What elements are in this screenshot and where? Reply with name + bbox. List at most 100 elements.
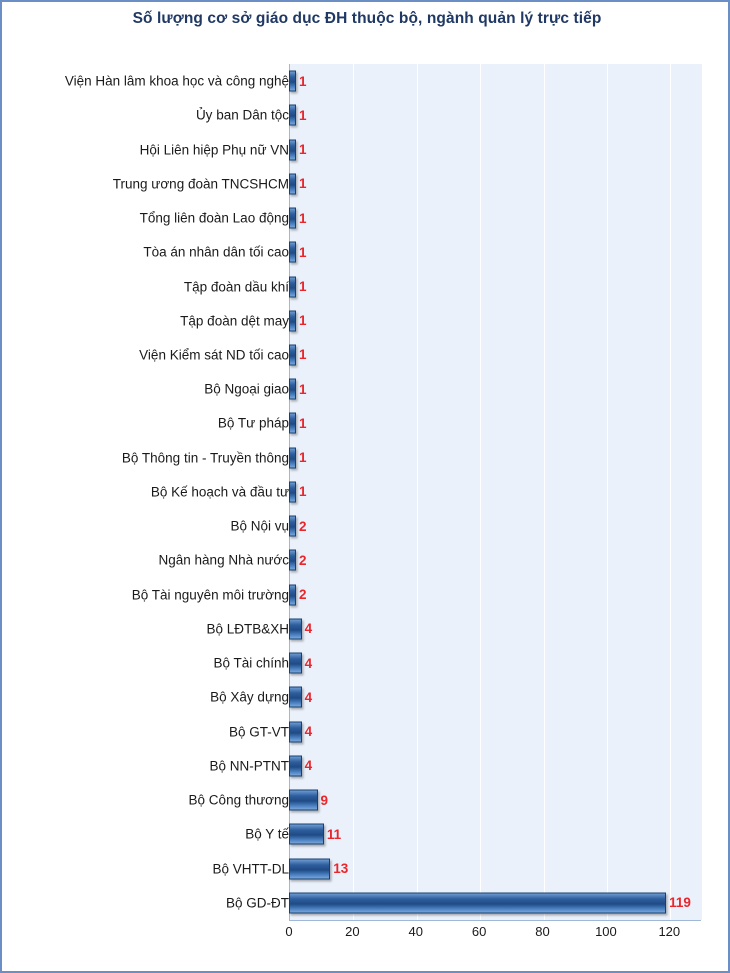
bar-wrapper: 1 [289, 310, 307, 332]
category-label: Bộ Thông tin - Truyền thông [121, 450, 289, 466]
bar-row: Hội Liên hiệp Phụ nữ VN 1 [2, 132, 730, 166]
bar-value-label: 1 [299, 107, 307, 123]
bar[interactable]: 1 [289, 378, 307, 400]
bar[interactable]: 1 [289, 310, 307, 332]
bar[interactable]: 4 [289, 721, 312, 743]
bar-value-label: 4 [304, 689, 313, 705]
chart-container: Số lượng cơ sở giáo dục ĐH thuộc bộ, ngà… [0, 0, 730, 973]
x-tick-label: 80 [535, 924, 550, 939]
bar[interactable]: 11 [289, 823, 341, 845]
bar[interactable]: 1 [289, 447, 307, 469]
bar-row: Tập đoàn dầu khí 1 [2, 269, 730, 303]
bar-wrapper: 1 [289, 447, 307, 469]
bar-row: Bộ Xây dựng 4 [2, 680, 730, 714]
bar-row: Trung ương đoàn TNCSHCM 1 [2, 167, 730, 201]
bar[interactable]: 1 [289, 207, 307, 229]
bar-wrapper: 4 [289, 755, 312, 777]
category-label: Bộ Xây dựng [210, 689, 289, 705]
category-label: Bộ GD-ĐT [225, 895, 289, 911]
bar-value-label: 11 [326, 826, 342, 842]
bar-rows: Viện Hàn lâm khoa học và công nghệ 1 Ủy ba… [2, 64, 730, 920]
bar-value-label: 119 [669, 895, 691, 911]
bar-value-label: 1 [299, 484, 307, 500]
bar-row: Bộ NN-PTNT 4 [2, 749, 730, 783]
bar[interactable]: 1 [289, 241, 307, 263]
bar-value-label: 4 [304, 621, 313, 637]
bar[interactable]: 2 [289, 515, 307, 537]
bar-value-label: 2 [299, 587, 307, 603]
bar-value-label: 1 [299, 450, 307, 466]
bar-row: Tập đoàn dệt may 1 [2, 304, 730, 338]
bar-value-label: 1 [299, 210, 307, 226]
bar-value-label: 4 [304, 655, 313, 671]
bar-value-label: 1 [299, 279, 307, 295]
bar-row: Bộ Tài nguyên môi trường 2 [2, 578, 730, 612]
x-axis-line [289, 920, 701, 921]
bar-row: Ngân hàng Nhà nước 2 [2, 543, 730, 577]
category-label: Bộ LĐTB&XH [206, 621, 289, 637]
bar-row: Bộ Nội vụ 2 [2, 509, 730, 543]
bar-value-label: 13 [333, 861, 349, 876]
bar[interactable]: 1 [289, 70, 307, 92]
x-tick-label: 60 [471, 924, 487, 939]
bar-value-label: 1 [299, 381, 307, 397]
bar-wrapper: 1 [289, 378, 307, 400]
bar-wrapper: 11 [289, 823, 341, 845]
x-tick-label: 120 [658, 924, 681, 939]
bar-value-label: 2 [299, 518, 307, 534]
bar[interactable]: 2 [289, 584, 307, 606]
bar-value-label: 1 [299, 313, 307, 329]
bar-row: Tổng liên đoàn Lao động 1 [2, 201, 730, 235]
bar-wrapper: 1 [289, 173, 307, 195]
bar[interactable]: 119 [289, 892, 691, 914]
category-label: Bộ Kế hoạch và đầu tư [150, 484, 289, 500]
category-label: Trung ương đoàn TNCSHCM [112, 176, 289, 192]
bar[interactable]: 1 [289, 412, 307, 434]
bar-wrapper: 1 [289, 104, 307, 126]
bar-value-label: 4 [304, 724, 313, 740]
bar-row: Bộ Y tế 11 [2, 817, 730, 851]
bar-wrapper: 1 [289, 344, 307, 366]
x-tick-label: 0 [285, 924, 293, 939]
bar-value-label: 2 [299, 552, 307, 568]
bar[interactable]: 1 [289, 481, 307, 503]
bar-row: Bộ VHTT-DL 13 [2, 851, 730, 885]
category-label: Bộ NN-PTNT [209, 758, 289, 774]
bar[interactable]: 1 [289, 276, 307, 298]
bar[interactable]: 13 [289, 858, 348, 879]
bar[interactable]: 4 [289, 686, 312, 708]
bar-wrapper: 1 [289, 207, 307, 229]
category-label: Bộ Ngoại giao [204, 381, 289, 397]
bar[interactable]: 1 [289, 344, 307, 366]
bar-row: Bộ Kế hoạch và đầu tư 1 [2, 475, 730, 509]
bar-row: Bộ Ngoại giao 1 [2, 372, 730, 406]
bar-row: Bộ GT-VT 4 [2, 714, 730, 748]
bar[interactable]: 4 [289, 652, 312, 674]
category-label: Bộ Nội vụ [230, 518, 289, 534]
bar-wrapper: 1 [289, 276, 307, 298]
category-label: Tập đoàn dầu khí [183, 279, 289, 295]
bar-wrapper: 1 [289, 481, 307, 503]
bar-wrapper: 4 [289, 652, 312, 674]
bar[interactable]: 9 [289, 789, 328, 811]
bar-wrapper: 13 [289, 858, 348, 879]
bar[interactable]: 1 [289, 139, 307, 161]
bar-row: Bộ Tài chính 4 [2, 646, 730, 680]
bar-value-label: 1 [299, 73, 307, 89]
bar[interactable]: 4 [289, 755, 312, 777]
bar-wrapper: 2 [289, 584, 307, 606]
bar[interactable]: 4 [289, 618, 312, 640]
bar-value-label: 1 [299, 244, 307, 260]
bar-row: Viện Hàn lâm khoa học và công nghệ 1 [2, 64, 730, 98]
category-label: Viện Kiểm sát ND tối cao [139, 347, 289, 363]
bar[interactable]: 1 [289, 104, 307, 126]
bar-wrapper: 1 [289, 139, 307, 161]
bar-row: Ủy ban Dân tộc 1 [2, 98, 730, 132]
category-label: Bộ Tài chính [213, 655, 289, 671]
category-label: Ngân hàng Nhà nước [158, 552, 289, 568]
bar-row: Bộ Tư pháp 1 [2, 406, 730, 440]
bar-row: Bộ Công thương 9 [2, 783, 730, 817]
bar[interactable]: 2 [289, 549, 307, 571]
bar-value-label: 1 [299, 415, 307, 431]
bar[interactable]: 1 [289, 173, 307, 195]
